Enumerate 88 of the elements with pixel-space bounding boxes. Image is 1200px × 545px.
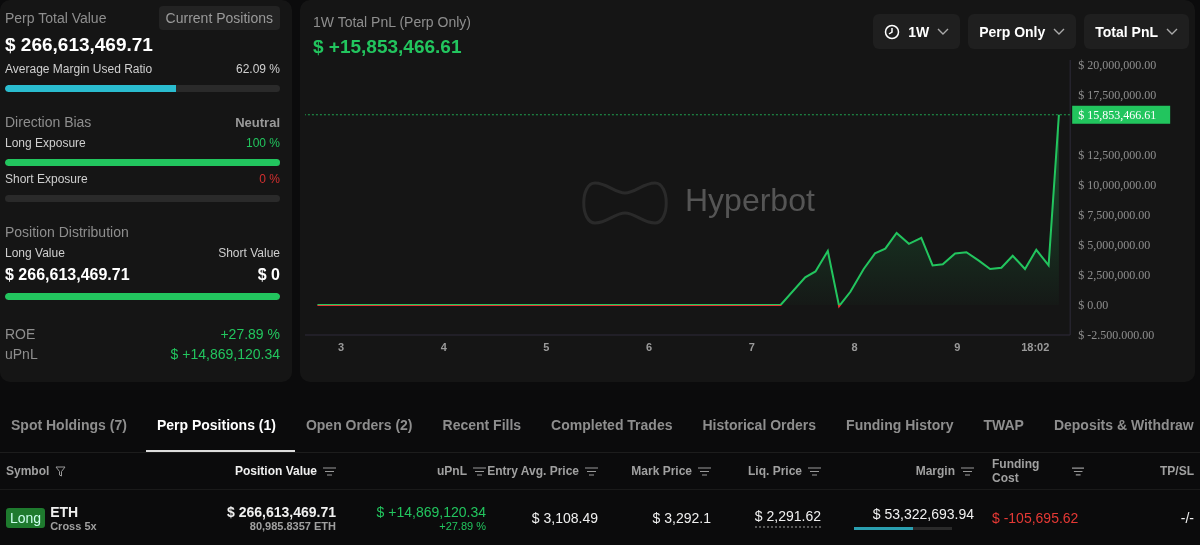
clock-icon xyxy=(884,23,901,40)
tab[interactable]: Perp Positions (1) xyxy=(145,400,295,452)
exposure-reading: 100 % xyxy=(245,136,280,150)
sort-icon[interactable] xyxy=(323,466,336,476)
stat-label: ROE xyxy=(5,326,36,342)
tab[interactable]: TWAP xyxy=(972,400,1043,452)
ref-line-label: $ 15,853,466.61 xyxy=(1078,107,1157,122)
filter-icon[interactable] xyxy=(55,465,67,477)
sort-icon[interactable] xyxy=(585,466,598,476)
y-tick-label: $ 0.00 xyxy=(1078,298,1109,312)
column-header: Liq. Price xyxy=(747,464,802,478)
x-tick-label: 4 xyxy=(440,341,447,353)
y-tick-label: $ 17,500,000.00 xyxy=(1078,88,1157,102)
total-value: $ 266,613,469.71 xyxy=(5,34,154,56)
mark-price: $ 3,292.1 xyxy=(652,510,711,526)
tab[interactable]: Deposits & Withdraw xyxy=(1042,400,1200,452)
column-header: Symbol xyxy=(6,464,50,478)
upnl-value: $ +14,869,120.34 xyxy=(376,504,486,520)
tp-sl-value: -/- xyxy=(1180,510,1194,526)
exposure-label: Long Exposure xyxy=(5,136,86,150)
y-tick-label: $ 10,000,000.00 xyxy=(1078,178,1157,192)
column-header: Funding Cost xyxy=(992,457,1041,485)
exposure-label: Short Exposure xyxy=(5,172,88,186)
position-value: $ 266,613,469.71 xyxy=(227,504,336,520)
margin-mode: Cross 5x xyxy=(50,520,97,532)
x-tick-label: 7 xyxy=(748,341,755,353)
column-header: Entry Avg. Price xyxy=(487,464,579,478)
period-dropdown[interactable]: 1W xyxy=(873,14,961,49)
period-dropdown[interactable]: Total PnL xyxy=(1084,14,1189,49)
stat-value: $ +14,869,120.34 xyxy=(170,346,280,362)
chevron-down-icon xyxy=(1053,27,1066,36)
watermark-text: Hyperbot xyxy=(685,182,815,218)
column-header: uPnL xyxy=(437,464,467,478)
sort-icon[interactable] xyxy=(808,466,821,476)
value-tag: $ 15,853,466.61 xyxy=(1072,105,1171,124)
entry-price: $ 3,108.49 xyxy=(531,510,598,526)
stat-value: +27.89 % xyxy=(220,326,280,342)
x-tick-label: 9 xyxy=(954,341,961,353)
sort-icon[interactable] xyxy=(961,466,974,476)
long-badge: Long xyxy=(6,508,46,528)
y-tick-label: $ -2.500.000.00 xyxy=(1078,328,1155,342)
pnl-title: 1W Total PnL (Perp Only) xyxy=(313,14,471,30)
y-tick-label: $ 12,500,000.00 xyxy=(1078,148,1157,162)
x-tick-label: 6 xyxy=(646,341,653,353)
tab[interactable]: Recent Fills xyxy=(431,400,541,452)
short-value: $ 0 xyxy=(257,266,280,284)
symbol-name[interactable]: ETH xyxy=(50,504,97,520)
x-tick-label: 5 xyxy=(543,341,550,353)
margin-label: Average Margin Used Ratio xyxy=(5,62,153,76)
bias-title: Direction Bias xyxy=(5,114,92,130)
short-value-label: Short Value xyxy=(218,246,280,260)
y-tick-label: $ 5,000,000.00 xyxy=(1078,238,1151,252)
sort-icon[interactable] xyxy=(473,466,486,476)
exposure-reading: 0 % xyxy=(259,172,280,186)
tab[interactable]: Spot Holdings (7) xyxy=(0,400,146,452)
roe-value: +27.89 % xyxy=(439,520,486,532)
chevron-down-icon xyxy=(1166,27,1178,36)
column-header: TP/SL xyxy=(1160,464,1194,478)
liquidation-price: $ 2,291.62 xyxy=(754,508,821,528)
tab[interactable]: Open Orders (2) xyxy=(294,400,432,452)
tab[interactable]: Funding History xyxy=(835,400,973,452)
stat-label: uPnL xyxy=(5,346,38,362)
x-tick-label: 3 xyxy=(337,341,345,353)
y-tick-label: $ 7,500,000.00 xyxy=(1078,208,1151,222)
y-tick-label: $ 20,000,000.00 xyxy=(1078,58,1157,72)
margin-value: $ 53,322,693.94 xyxy=(872,506,974,522)
tab[interactable]: Completed Trades xyxy=(540,400,692,452)
sort-icon[interactable] xyxy=(698,466,711,476)
tab[interactable]: Historical Orders xyxy=(691,400,836,452)
long-value-label: Long Value xyxy=(5,246,65,260)
x-tick-label: 8 xyxy=(851,341,858,353)
bias-value: Neutral xyxy=(235,114,280,130)
position-size: 80,985.8357 ETH xyxy=(249,520,336,532)
distribution-title: Position Distribution xyxy=(5,224,130,240)
sort-icon[interactable] xyxy=(1071,466,1084,476)
margin-reading: 62.09 % xyxy=(235,62,280,76)
column-header: Margin xyxy=(915,464,955,478)
column-header: Mark Price xyxy=(631,464,692,478)
x-tick-label: 18:02 xyxy=(1021,341,1050,353)
long-value: $ 266,613,469.71 xyxy=(5,266,130,284)
pnl-value: $ +15,853,466.61 xyxy=(313,36,463,58)
y-tick-label: $ 2,500,000.00 xyxy=(1078,268,1151,282)
chevron-down-icon xyxy=(937,27,950,36)
summary-title: Perp Total Value xyxy=(5,10,107,26)
period-dropdown[interactable]: Perp Only xyxy=(968,14,1077,49)
column-header: Position Value xyxy=(234,464,317,478)
funding-cost: $ -105,695.62 xyxy=(992,510,1079,526)
current-positions-button[interactable]: Current Positions xyxy=(158,6,280,30)
